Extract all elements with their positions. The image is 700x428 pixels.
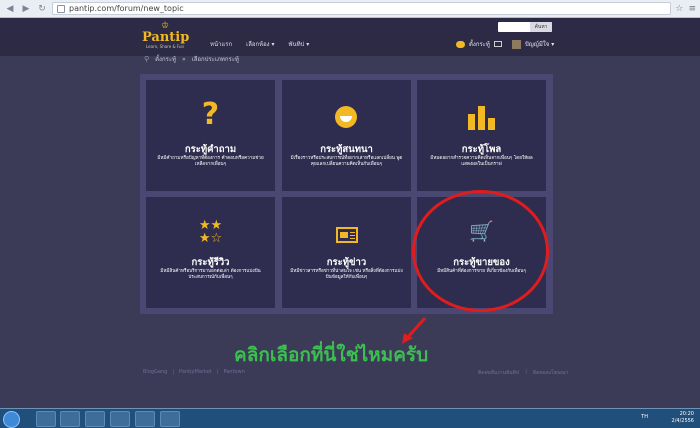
- card-desc: มีเรื่องราวหรือประสบการณ์ที่อยากเล่าหรือ…: [290, 156, 403, 167]
- card-title: กระทู้รีวิว: [191, 257, 230, 268]
- footer-pantown[interactable]: Pantown: [223, 369, 244, 375]
- pin-icon: ⚲: [144, 55, 150, 63]
- stars-icon: ★★ ★☆: [198, 218, 223, 246]
- footer-contact: ติดต่อทีมงานพันทิป | ติดต่อลงโฆษณา: [478, 369, 568, 377]
- url-text: pantip.com/forum/new_topic: [69, 4, 184, 13]
- breadcrumb: ⚲ ตั้งกระทู้ » เลือกประเภทกระทู้: [144, 54, 239, 64]
- card-desc: มีหมีสินค้าหรือบริการมาบอกต่อเล่า ต้องกา…: [160, 269, 261, 280]
- menu-rooms[interactable]: เลือกห้อง ▾: [246, 39, 274, 49]
- top-menu: หน้าแรก เลือกห้อง ▾ พันทิป ▾: [210, 39, 309, 49]
- page-icon: [57, 5, 65, 13]
- windows-taskbar: TH 20:20 2/4/2556: [0, 408, 700, 428]
- clock-time: 20:20: [679, 411, 694, 417]
- footer-contact-team[interactable]: ติดต่อทีมงานพันทิป: [478, 369, 519, 377]
- card-title: กระทู้โพล: [461, 144, 502, 155]
- reload-icon[interactable]: ↻: [36, 3, 48, 15]
- menu-home[interactable]: หน้าแรก: [210, 39, 232, 49]
- folder-icon[interactable]: [60, 411, 80, 427]
- card-desc: มีหมดอยากสำรวจความคิดเห็นจากเพื่อนๆ โดยใ…: [430, 156, 533, 167]
- back-icon[interactable]: ◀: [4, 3, 16, 15]
- smile-icon: [335, 106, 357, 128]
- app-icon[interactable]: [135, 411, 155, 427]
- username-menu[interactable]: ปัญญ์มีใจ ▾: [525, 39, 554, 49]
- footer-links: BlogGang | PantipMarket | Pantown: [143, 369, 245, 375]
- pantip-logo[interactable]: ♔ Pantip Learn, Share & Fun: [142, 22, 189, 52]
- footer-sep: |: [172, 369, 175, 375]
- card-desc: มีหมีคำถามหรือปัญหาที่ต้องการ คำตอบหรือค…: [157, 156, 264, 167]
- breadcrumb-new-topic[interactable]: ตั้งกระทู้: [155, 54, 176, 64]
- card-title: กระทู้สนทนา: [320, 144, 373, 155]
- card-title: กระทู้ข่าว: [326, 257, 367, 268]
- annotation-text: คลิกเลือกที่นี่ใช่ไหมครับ: [234, 344, 429, 366]
- start-button[interactable]: [3, 411, 20, 428]
- card-news[interactable]: กระทู้ข่าว มีหมีข่าวสารหรือข่าวที่น่าสนใ…: [282, 197, 411, 308]
- newspaper-icon: [336, 227, 358, 243]
- footer-pantipmarket[interactable]: PantipMarket: [179, 369, 212, 375]
- breadcrumb-separator: »: [182, 55, 186, 63]
- forward-icon[interactable]: ▶: [20, 3, 32, 15]
- clock-date: 2/4/2556: [671, 418, 694, 424]
- menu-pantip[interactable]: พันทิป ▾: [289, 39, 310, 49]
- card-title: กระทู้คำถาม: [184, 144, 237, 155]
- card-discussion[interactable]: กระทู้สนทนา มีเรื่องราวหรือประสบการณ์ที่…: [282, 80, 411, 191]
- avatar[interactable]: [511, 39, 521, 49]
- user-area: ตั้งกระทู้ ปัญญ์มีใจ ▾: [456, 39, 554, 49]
- card-poll[interactable]: กระทู้โพล มีหมดอยากสำรวจความคิดเห็นจากเพ…: [417, 80, 546, 191]
- card-question[interactable]: ? กระทู้คำถาม มีหมีคำถามหรือปัญหาที่ต้อง…: [146, 80, 275, 191]
- explorer-icon[interactable]: [36, 411, 56, 427]
- card-desc: มีหมีข่าวสารหรือข่าวที่น่าสนใจ เช่น หรือ…: [290, 269, 403, 280]
- highlight-circle: [412, 190, 549, 312]
- footer-contact-ads[interactable]: ติดต่อลงโฆษณา: [533, 369, 568, 377]
- site-header: ♔ Pantip Learn, Share & Fun หน้าแรก เลือ…: [0, 18, 700, 56]
- footer-bloggang[interactable]: BlogGang: [143, 369, 167, 375]
- star-icon[interactable]: ☆: [675, 4, 683, 14]
- bar-chart-icon: [468, 106, 496, 130]
- system-tray: TH 20:20 2/4/2556: [641, 411, 694, 425]
- address-bar[interactable]: pantip.com/forum/new_topic: [52, 2, 672, 15]
- search-app-icon[interactable]: [160, 411, 180, 427]
- card-review[interactable]: ★★ ★☆ กระทู้รีวิว มีหมีสินค้าหรือบริการมา…: [146, 197, 275, 308]
- question-icon: ?: [201, 97, 220, 132]
- footer-sep: |: [525, 369, 527, 375]
- menu-icon[interactable]: ≡: [688, 4, 696, 14]
- media-player-icon[interactable]: [85, 411, 105, 427]
- browser-toolbar: ◀ ▶ ↻ pantip.com/forum/new_topic ☆ ≡: [0, 0, 700, 18]
- search-button[interactable]: ค้นหา: [530, 22, 552, 32]
- chrome-icon[interactable]: [110, 411, 130, 427]
- new-topic-link[interactable]: ตั้งกระทู้: [469, 39, 490, 49]
- mail-icon[interactable]: [493, 41, 502, 47]
- footer-sep: |: [216, 369, 219, 375]
- new-topic-icon[interactable]: [456, 40, 465, 48]
- language-indicator[interactable]: TH: [641, 414, 648, 421]
- breadcrumb-current: เลือกประเภทกระทู้: [191, 56, 239, 63]
